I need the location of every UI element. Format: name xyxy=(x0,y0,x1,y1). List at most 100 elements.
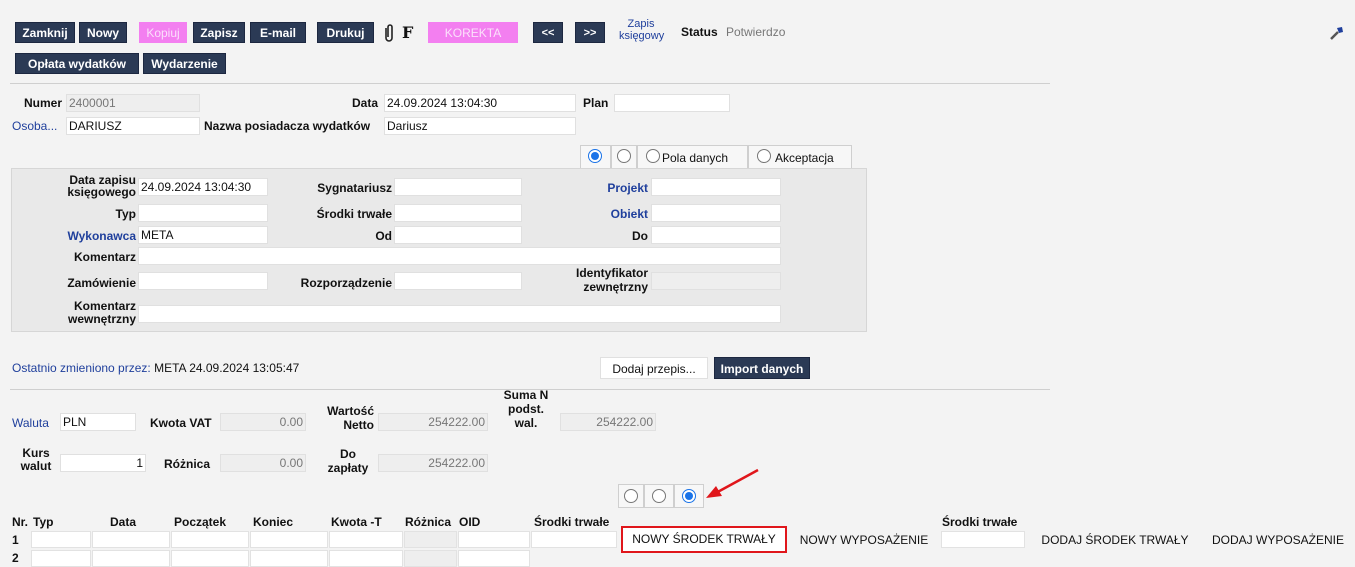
tab-data-fields-radio[interactable] xyxy=(646,149,660,163)
row-1-date[interactable] xyxy=(92,531,170,548)
expense-payment-button[interactable]: Opłata wydatków xyxy=(15,53,139,74)
status-field: Potwierdzo xyxy=(723,23,809,41)
col-start: Początek xyxy=(174,515,227,529)
row-1-oid[interactable] xyxy=(458,531,530,548)
holder-label: Nazwa posiadacza wydatków xyxy=(204,119,371,133)
comment-field[interactable] xyxy=(138,247,781,265)
project-field[interactable] xyxy=(651,178,781,196)
comment-label: Komentarz xyxy=(73,250,136,264)
row-1-start[interactable] xyxy=(171,531,249,548)
copy-button[interactable]: Kopiuj xyxy=(139,22,187,43)
last-changed: Ostatnio zmieniono przez: META 24.09.202… xyxy=(12,361,299,375)
new-fixed-asset-button[interactable]: NOWY ŚRODEK TRWAŁY xyxy=(621,526,787,553)
tab-data-fields-label: Pola danych xyxy=(662,151,729,165)
row-1-fixed-assets[interactable] xyxy=(531,531,617,548)
new-button[interactable]: Nowy xyxy=(79,22,127,43)
col-fixed-assets-2: Środki trwałe xyxy=(942,515,1018,529)
contractor-link[interactable]: Wykonawca xyxy=(56,229,136,243)
previous-record-button[interactable]: << xyxy=(533,22,563,43)
grid-view-2-radio[interactable] xyxy=(652,489,666,503)
annotation-arrow xyxy=(704,466,764,500)
currency-field[interactable]: PLN xyxy=(60,413,136,431)
col-oid: OID xyxy=(459,515,481,529)
print-button[interactable]: Drukuj xyxy=(317,22,374,43)
to-pay-label: Do zapłaty xyxy=(322,447,374,475)
internal-comment-field[interactable] xyxy=(138,305,781,323)
plan-label: Plan xyxy=(583,96,609,110)
save-button[interactable]: Zapisz xyxy=(193,22,245,43)
internal-comment-label: Komentarz wewnętrzny xyxy=(56,300,136,326)
row-2-amount[interactable] xyxy=(329,550,403,567)
project-link[interactable]: Projekt xyxy=(600,181,648,195)
from-field[interactable] xyxy=(394,226,522,244)
holder-field[interactable]: Dariusz xyxy=(384,117,576,135)
row-2-end[interactable] xyxy=(250,550,328,567)
sum-label-1: Suma N xyxy=(503,388,549,402)
correction-button[interactable]: KOREKTA xyxy=(428,22,518,43)
sum-label-2: podst. xyxy=(508,402,544,416)
row-1-amount[interactable] xyxy=(329,531,403,548)
grid-view-1-radio[interactable] xyxy=(624,489,638,503)
row-2-diff xyxy=(404,550,457,567)
row-1-fixed-assets-2[interactable] xyxy=(941,531,1025,548)
accounting-entry-link[interactable]: Zapis księgowy xyxy=(619,18,664,42)
net-label-2: Netto xyxy=(343,418,374,432)
f-button[interactable]: F xyxy=(402,22,418,43)
fixed-assets-field[interactable] xyxy=(394,204,522,222)
row-1-end[interactable] xyxy=(250,531,328,548)
type-field[interactable] xyxy=(138,204,268,222)
person-link[interactable]: Osoba... xyxy=(12,119,57,133)
tab-approval-label: Akceptacja xyxy=(775,151,834,165)
row-2-start[interactable] xyxy=(171,550,249,567)
add-fixed-asset-button[interactable]: DODAJ ŚRODEK TRWAŁY xyxy=(1029,530,1201,549)
paperclip-icon[interactable] xyxy=(382,22,396,43)
last-changed-value: META 24.09.2024 13:05:47 xyxy=(154,361,300,375)
type-label: Typ xyxy=(115,207,136,221)
row-2-date[interactable] xyxy=(92,550,170,567)
entry-date-field[interactable]: 24.09.2024 13:04:30 xyxy=(138,178,268,196)
diff-field: 0.00 xyxy=(220,454,306,472)
number-label: Numer xyxy=(24,96,63,110)
import-data-button[interactable]: Import danych xyxy=(714,357,810,379)
add-recipe-button[interactable]: Dodaj przepis... xyxy=(600,357,708,379)
close-button[interactable]: Zamknij xyxy=(15,22,75,43)
next-record-button[interactable]: >> xyxy=(575,22,605,43)
col-date: Data xyxy=(110,515,137,529)
order-field[interactable] xyxy=(138,272,268,290)
rate-label-2: walut xyxy=(20,459,52,473)
vat-label: Kwota VAT xyxy=(150,416,212,430)
rate-field[interactable]: 1 xyxy=(60,454,146,472)
last-changed-label: Ostatnio zmieniono przez: xyxy=(12,361,151,375)
date-field[interactable]: 24.09.2024 13:04:30 xyxy=(384,94,576,112)
object-link[interactable]: Obiekt xyxy=(600,207,648,221)
signatory-field[interactable] xyxy=(394,178,522,196)
tab-approval-radio[interactable] xyxy=(757,149,771,163)
regulation-label: Rozporządzenie xyxy=(300,276,392,290)
email-button[interactable]: E-mail xyxy=(250,22,306,43)
tab-2-radio[interactable] xyxy=(617,149,631,163)
plan-field[interactable] xyxy=(614,94,730,112)
to-field[interactable] xyxy=(651,226,781,244)
row-2-oid[interactable] xyxy=(458,550,530,567)
wrench-icon[interactable] xyxy=(1328,24,1346,42)
vat-field: 0.00 xyxy=(220,413,306,431)
fixed-assets-label: Środki trwałe xyxy=(316,207,392,221)
contractor-field[interactable]: META xyxy=(138,226,268,244)
event-button[interactable]: Wydarzenie xyxy=(143,53,226,74)
row-1-type[interactable] xyxy=(31,531,91,548)
tab-1-radio[interactable] xyxy=(588,149,602,163)
external-id-label-1: Identyfikator xyxy=(575,266,648,280)
person-field[interactable]: DARIUSZ xyxy=(66,117,200,135)
row-2-type[interactable] xyxy=(31,550,91,567)
regulation-field[interactable] xyxy=(394,272,522,290)
rate-label: Kurs walut xyxy=(16,447,56,473)
col-amount: Kwota -T xyxy=(331,515,382,529)
grid-view-3-radio[interactable] xyxy=(682,489,696,503)
add-equipment-button[interactable]: DODAJ WYPOSAŻENIE xyxy=(1204,530,1352,549)
object-field[interactable] xyxy=(651,204,781,222)
currency-link[interactable]: Waluta xyxy=(12,416,49,430)
new-equipment-button[interactable]: NOWY WYPOSAŻENIE xyxy=(790,530,938,549)
to-pay-label-1: Do xyxy=(340,447,356,461)
external-id-label-2: zewnętrzny xyxy=(583,280,648,294)
external-id-field xyxy=(651,272,781,290)
